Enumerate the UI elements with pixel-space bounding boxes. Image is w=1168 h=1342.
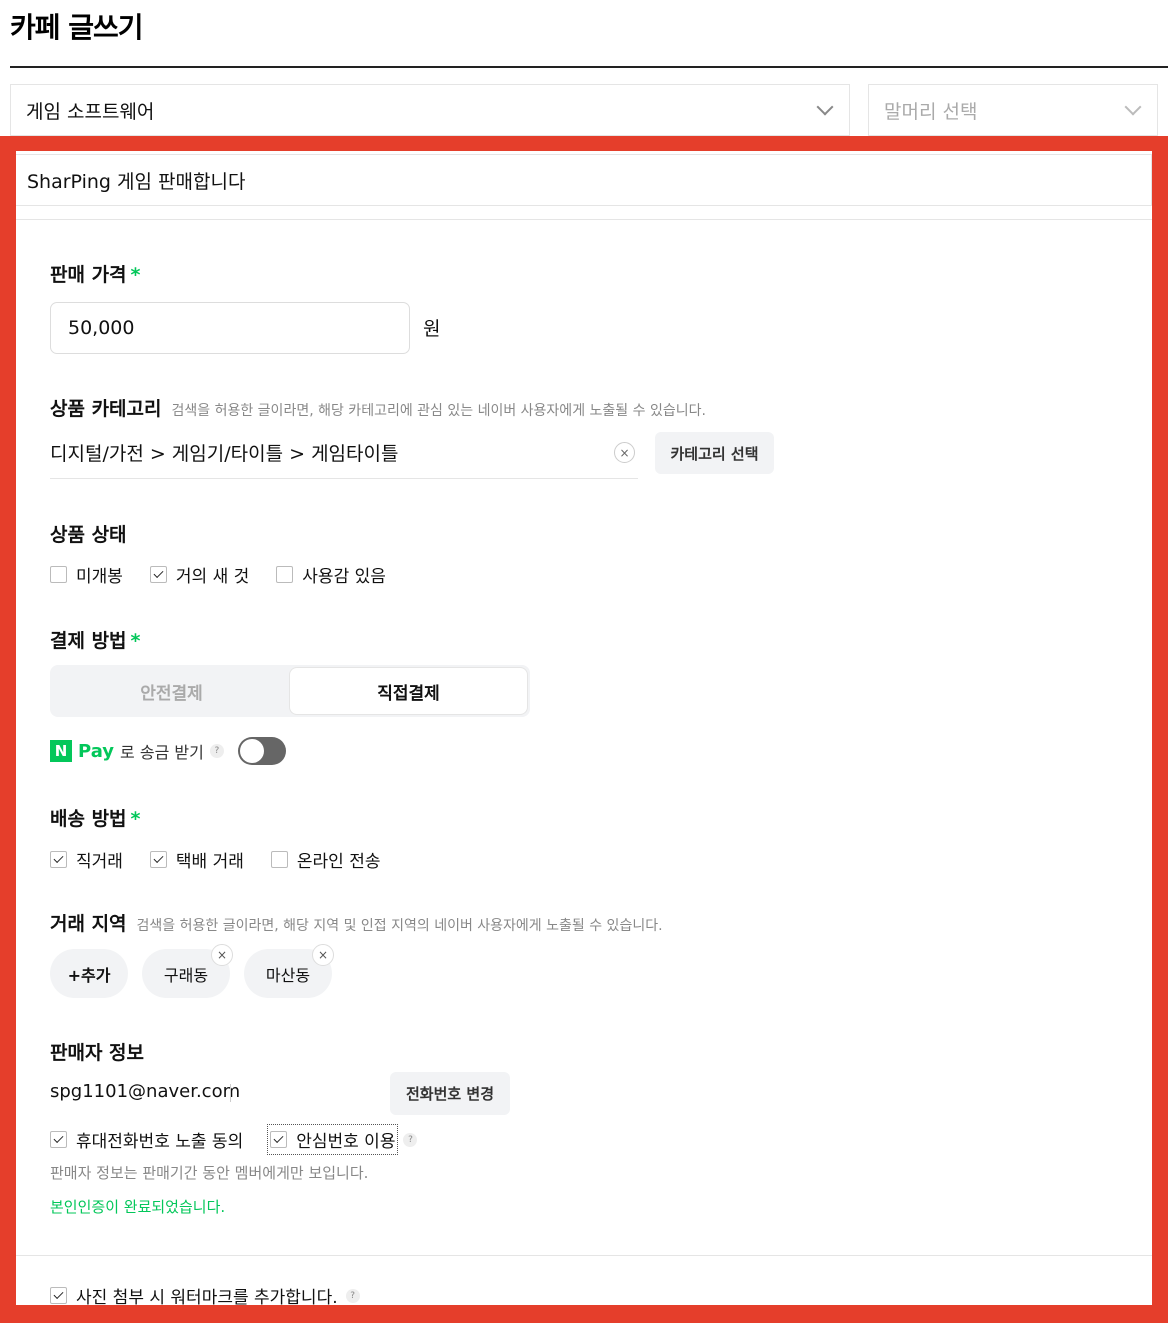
price-input[interactable]: 50,000 <box>50 302 410 354</box>
seller-options: 휴대전화번호 노출 동의 안심번호 이용 ? <box>50 1124 418 1155</box>
phone-consent[interactable]: 휴대전화번호 노출 동의 <box>50 1127 243 1152</box>
option-label: 거의 새 것 <box>175 567 250 587</box>
required-mark: * <box>130 264 141 286</box>
board-select[interactable]: 게임 소프트웨어 <box>10 84 850 136</box>
watermark-checkbox[interactable]: 사진 첨부 시 워터마크를 추가합니다. <box>50 1283 338 1305</box>
page-title: 카페 글쓰기 <box>10 11 144 44</box>
condition-like-new[interactable]: 거의 새 것 <box>149 562 250 587</box>
seller-note: 판매자 정보는 판매기간 동안 멤버에게만 보입니다. <box>50 1164 369 1182</box>
region-hint: 검색을 허용한 글이라면, 해당 지역 및 인접 지역의 네이버 사용자에게 노… <box>136 918 663 934</box>
checkbox-checked[interactable] <box>50 1287 67 1304</box>
delivery-online[interactable]: 온라인 전송 <box>270 847 381 872</box>
divider <box>16 1255 1152 1256</box>
option-label: 휴대전화번호 노출 동의 <box>76 1132 244 1152</box>
category-label: 상품 카테고리 검색을 허용한 글이라면, 해당 카테고리에 관심 있는 네이버 … <box>50 394 706 421</box>
delivery-parcel[interactable]: 택배 거래 <box>149 847 244 872</box>
divider <box>230 1084 231 1102</box>
region-add-button[interactable]: +추가 <box>50 949 128 998</box>
npay-logo-icon: N <box>50 740 72 762</box>
help-icon[interactable]: ? <box>403 1132 418 1147</box>
price-label-text: 판매 가격 <box>50 264 127 286</box>
divider <box>16 219 1152 220</box>
checkbox[interactable] <box>270 851 288 868</box>
condition-options: 미개봉 거의 새 것 사용감 있음 <box>50 562 386 587</box>
change-phone-button[interactable]: 전화번호 변경 <box>390 1072 510 1115</box>
help-icon[interactable]: ? <box>209 744 224 758</box>
npay-toggle[interactable] <box>237 737 286 765</box>
checkbox-checked[interactable] <box>149 851 167 868</box>
seller-label: 판매자 정보 <box>50 1042 145 1064</box>
checkbox-checked[interactable] <box>50 1131 67 1148</box>
category-select-button[interactable]: 카테고리 선택 <box>655 432 774 474</box>
close-icon[interactable]: × <box>614 442 635 463</box>
npay-row: N Pay 로 송금 받기 ? <box>50 737 286 765</box>
payment-direct-option[interactable]: 직접결제 <box>290 668 527 714</box>
price-unit: 원 <box>423 318 441 340</box>
checkbox-checked[interactable] <box>270 1131 288 1148</box>
condition-label: 상품 상태 <box>50 524 127 546</box>
delivery-label: 배송 방법 * <box>50 804 140 831</box>
checkbox[interactable] <box>276 566 294 583</box>
region-label: 거래 지역 검색을 허용한 글이라면, 해당 지역 및 인접 지역의 네이버 사용… <box>50 909 663 936</box>
option-label: 미개봉 <box>76 567 123 587</box>
category-underline <box>50 478 638 479</box>
safe-number[interactable]: 안심번호 이용 <box>267 1124 399 1155</box>
board-select-value: 게임 소프트웨어 <box>26 100 155 123</box>
option-label: 직거래 <box>76 852 123 872</box>
delivery-options: 직거래 택배 거래 온라인 전송 <box>50 847 381 872</box>
help-icon[interactable]: ? <box>345 1288 360 1303</box>
required-mark: * <box>130 630 141 652</box>
payment-segmented-control: 안전결제 직접결제 <box>50 665 530 717</box>
required-mark: * <box>130 808 141 830</box>
option-label: 온라인 전송 <box>296 852 381 872</box>
region-label-text: 거래 지역 <box>50 913 127 935</box>
seller-email: spg1101@naver.com <box>50 1081 241 1102</box>
category-label-text: 상품 카테고리 <box>50 398 162 420</box>
delivery-label-text: 배송 방법 <box>50 808 127 830</box>
watermark-option: 사진 첨부 시 워터마크를 추가합니다. ? <box>50 1283 360 1305</box>
head-select[interactable]: 말머리 선택 <box>868 84 1158 136</box>
condition-used[interactable]: 사용감 있음 <box>276 562 386 587</box>
checkbox-checked[interactable] <box>50 851 67 868</box>
category-value: 디지털/가전 > 게임기/타이틀 > 게임타이틀 <box>50 443 399 465</box>
verification-status: 본인인증이 완료되었습니다. <box>50 1198 226 1216</box>
checkbox-checked[interactable] <box>149 566 167 583</box>
post-form: SharPing 게임 판매합니다 판매 가격 * 50,000 원 상품 카테고… <box>16 151 1152 1305</box>
title-divider <box>10 66 1168 68</box>
option-label: 택배 거래 <box>175 852 244 872</box>
delivery-direct[interactable]: 직거래 <box>50 847 123 872</box>
payment-label: 결제 방법 * <box>50 626 140 653</box>
option-label: 사용감 있음 <box>302 567 386 587</box>
option-label: 사진 첨부 시 워터마크를 추가합니다. <box>76 1288 338 1305</box>
payment-safe-option[interactable]: 안전결제 <box>53 668 290 714</box>
chevron-down-icon <box>1124 98 1142 116</box>
price-label: 판매 가격 * <box>50 260 140 287</box>
close-icon[interactable]: × <box>211 944 233 966</box>
post-title-input[interactable]: SharPing 게임 판매합니다 <box>16 154 1152 206</box>
checkbox[interactable] <box>50 566 67 583</box>
price-value: 50,000 <box>68 317 135 339</box>
head-select-placeholder: 말머리 선택 <box>884 100 978 123</box>
chevron-down-icon <box>816 98 834 116</box>
close-icon[interactable]: × <box>312 944 334 966</box>
option-label: 안심번호 이용 <box>296 1132 396 1152</box>
payment-label-text: 결제 방법 <box>50 630 127 652</box>
category-hint: 검색을 허용한 글이라면, 해당 카테고리에 관심 있는 네이버 사용자에게 노… <box>171 403 706 419</box>
npay-label: 로 송금 받기 <box>120 743 204 762</box>
npay-pay-text: Pay <box>78 740 115 762</box>
condition-unopened[interactable]: 미개봉 <box>50 562 123 587</box>
